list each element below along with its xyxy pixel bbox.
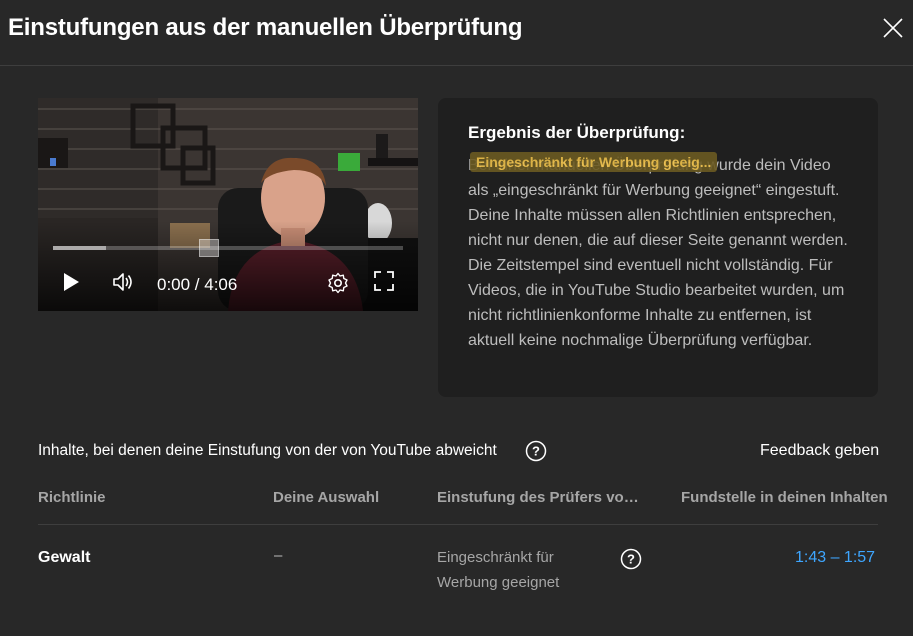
section-help-button[interactable]: ? xyxy=(525,440,547,462)
help-icon: ? xyxy=(525,440,547,462)
cell-reviewer-rating: Eingeschränkt für Werbung geeignet xyxy=(437,549,560,591)
volume-button[interactable] xyxy=(110,269,136,295)
help-icon: ? xyxy=(620,548,642,570)
column-header-reviewer: Einstufung des Prüfers von ... xyxy=(437,489,642,506)
review-result-card: Ergebnis der Überprüfung: Bei einer manu… xyxy=(438,98,878,397)
cell-your-choice: – xyxy=(274,547,283,564)
svg-text:?: ? xyxy=(627,552,635,567)
column-header-policy: Richtlinie xyxy=(38,489,106,506)
close-button[interactable] xyxy=(880,15,906,41)
fullscreen-button[interactable] xyxy=(373,270,395,292)
close-icon xyxy=(883,18,903,38)
rating-badge: Eingeschränkt für Werbung geeig... xyxy=(470,152,718,172)
controls-gradient xyxy=(38,221,418,311)
section-title: Inhalte, bei denen deine Einstufung von … xyxy=(38,442,497,459)
table-divider xyxy=(38,524,878,525)
result-heading: Ergebnis der Überprüfung: xyxy=(468,123,686,142)
time-display: 0:00 / 4:06 xyxy=(157,275,238,294)
settings-button[interactable] xyxy=(326,271,350,295)
svg-text:?: ? xyxy=(532,444,540,459)
settings-icon xyxy=(328,272,348,294)
feedback-link[interactable]: Feedback geben xyxy=(760,442,879,460)
dialog-header: Einstufungen aus der manuellen Überprüfu… xyxy=(0,0,913,66)
fullscreen-icon xyxy=(374,271,394,291)
play-icon xyxy=(64,273,79,291)
volume-icon xyxy=(113,273,132,291)
row-help-button[interactable]: ? xyxy=(620,548,642,570)
column-header-your-choice: Deine Auswahl xyxy=(273,489,380,506)
play-button[interactable] xyxy=(60,270,82,294)
progress-bar[interactable] xyxy=(53,246,403,250)
cell-location-link[interactable]: 1:43 – 1:57 xyxy=(795,549,875,567)
progress-thumb[interactable] xyxy=(199,239,219,257)
column-header-location: Fundstelle in deinen Inhalten xyxy=(681,489,888,506)
progress-buffered xyxy=(53,246,106,250)
cell-policy: Gewalt xyxy=(38,549,91,566)
dialog-title: Einstufungen aus der manuellen Überprüfu… xyxy=(8,14,523,41)
result-text: Bei einer manuellen Überprüfung wurde de… xyxy=(468,157,848,349)
video-player[interactable]: 0:00 / 4:06 xyxy=(38,98,418,311)
